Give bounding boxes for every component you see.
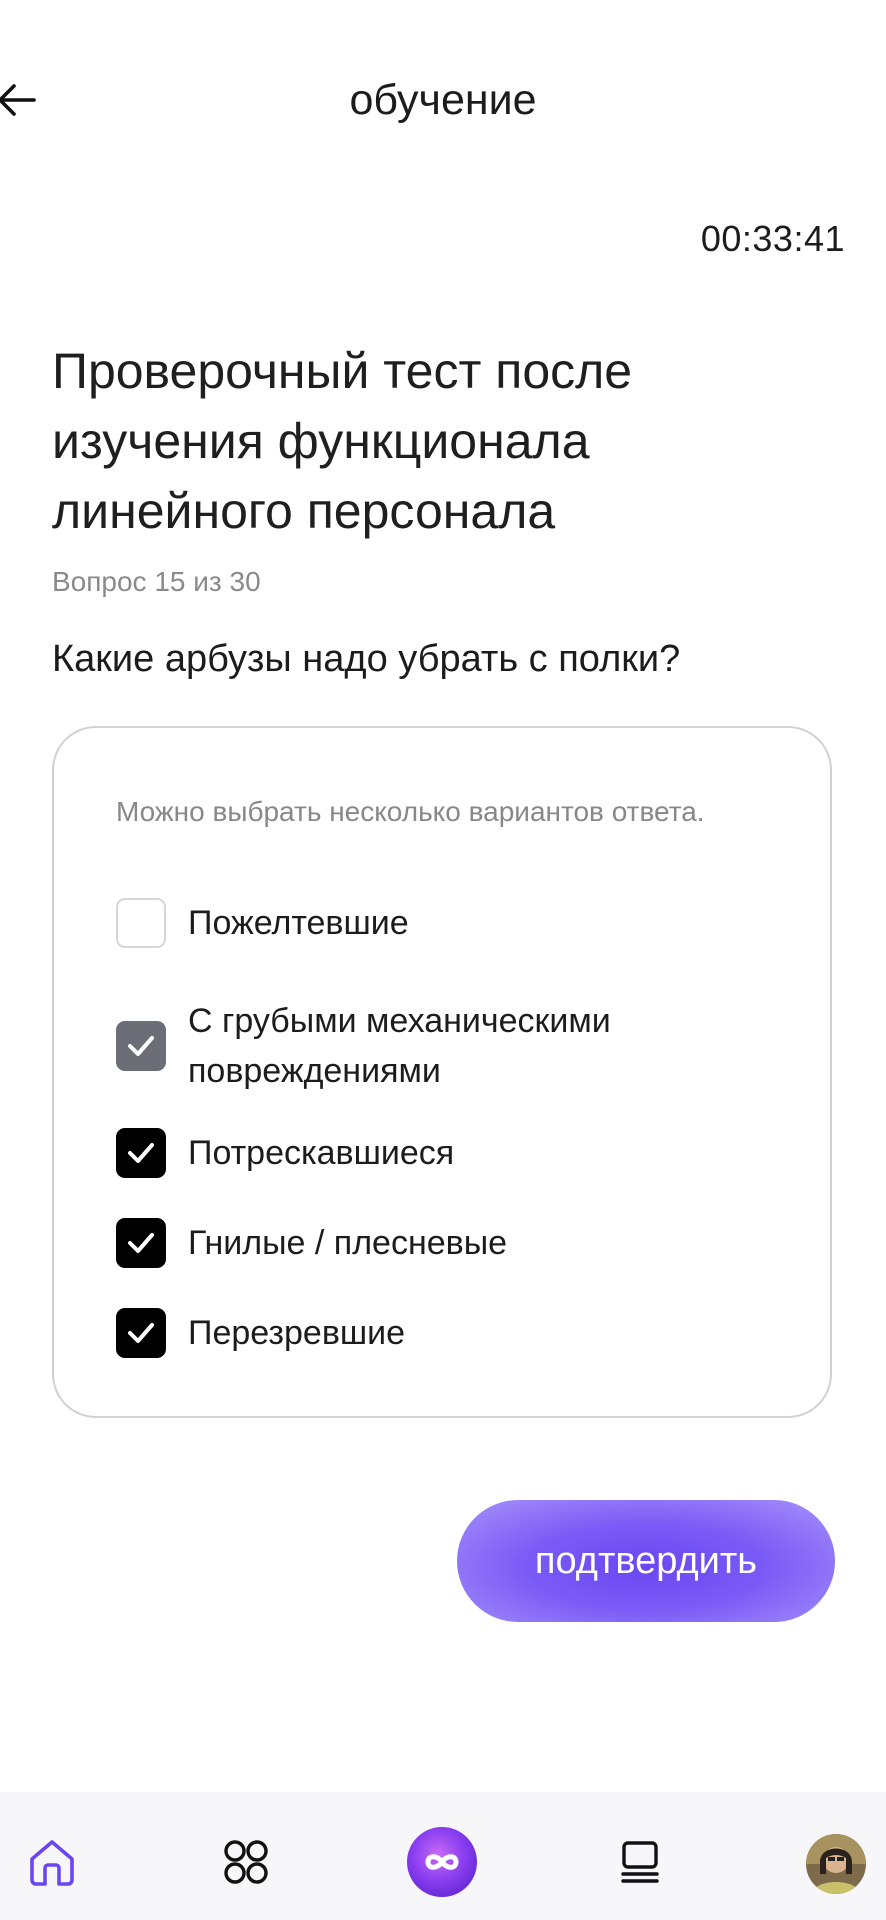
nav-home[interactable] [22,1832,82,1892]
option-overripe[interactable]: Перезревшие [116,1308,405,1358]
checkmark-icon [128,1143,154,1163]
checkmark-icon [128,1036,154,1056]
nav-apps[interactable] [216,1832,276,1892]
home-icon [30,1840,74,1886]
option-mechanical-damage[interactable]: С грубыми механическими повреждениями [116,996,688,1096]
question-progress: Вопрос 15 из 30 [52,566,261,597]
nav-infinity[interactable] [406,1826,478,1898]
option-label: Пожелтевшие [188,904,409,942]
option-label: Потрескавшиеся [188,1134,455,1172]
test-title: Проверочный тест после изучения функцион… [52,343,633,539]
checkbox-checked[interactable] [116,1128,166,1178]
checkbox-checked[interactable] [116,1218,166,1268]
option-label: С грубыми механическими повреждениями [188,1002,611,1090]
option-yellowed[interactable]: Пожелтевшие [116,898,409,948]
checkbox-checked[interactable] [116,1308,166,1358]
checkmark-icon [128,1233,154,1253]
checkmark-icon [128,1323,154,1343]
confirm-button[interactable]: подтвердить [457,1500,835,1622]
option-label: Перезревшие [188,1314,406,1352]
multi-select-hint: Можно выбрать несколько вариантов ответа… [116,796,705,827]
option-cracked[interactable]: Потрескавшиеся [116,1128,454,1178]
question-text: Какие арбузы надо убрать с полки? [52,638,681,680]
option-label: Гнилые / плесневые [188,1224,508,1262]
courses-stack-icon [621,1841,659,1883]
page-title: обучение [349,76,537,124]
infinity-icon [407,1827,477,1897]
answer-options-card: Можно выбрать несколько вариантов ответа… [52,726,832,1418]
nav-courses[interactable] [612,1832,668,1892]
avatar [806,1834,866,1894]
timer: 00:33:41 [700,218,845,259]
checkbox-unchecked[interactable] [116,898,166,948]
apps-grid-icon [224,1840,268,1884]
header: обучение [0,0,886,204]
nav-profile[interactable] [806,1834,866,1894]
option-rotten[interactable]: Гнилые / плесневые [116,1218,507,1268]
checkbox-checked[interactable] [116,1021,166,1071]
